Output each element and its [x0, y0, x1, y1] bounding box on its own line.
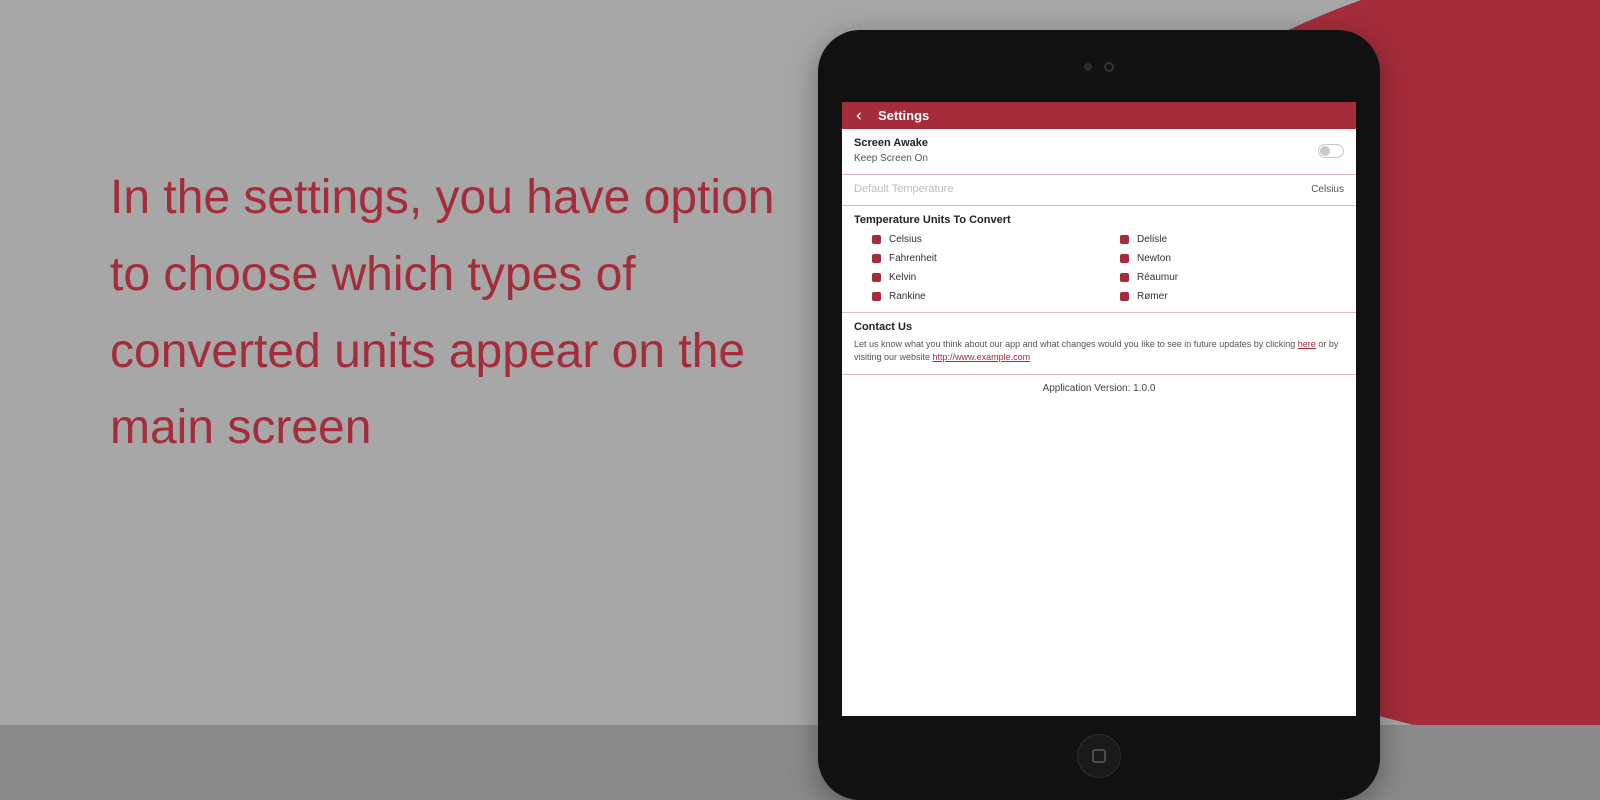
- unit-checkbox[interactable]: Newton: [1120, 253, 1344, 264]
- unit-checkbox[interactable]: Réaumur: [1120, 272, 1344, 283]
- unit-label: Newton: [1137, 253, 1171, 264]
- app-version: Application Version: 1.0.0: [842, 375, 1356, 398]
- unit-label: Delisle: [1137, 234, 1167, 245]
- home-button[interactable]: [1077, 734, 1121, 778]
- unit-label: Celsius: [889, 234, 922, 245]
- contact-link-site[interactable]: http://www.example.com: [933, 352, 1031, 362]
- default-temperature-label: Default Temperature: [854, 183, 953, 195]
- checkbox-icon: [1120, 235, 1129, 244]
- screen-awake-toggle[interactable]: [1318, 144, 1344, 158]
- unit-label: Fahrenheit: [889, 253, 937, 264]
- back-icon[interactable]: [852, 109, 866, 123]
- checkbox-icon: [872, 292, 881, 301]
- promo-stage: In the settings, you have option to choo…: [0, 0, 1600, 800]
- checkbox-icon: [872, 254, 881, 263]
- unit-label: Rømer: [1137, 291, 1168, 302]
- section-default-temperature[interactable]: Default Temperature Celsius: [842, 175, 1356, 206]
- marketing-headline: In the settings, you have option to choo…: [110, 160, 810, 467]
- checkbox-icon: [872, 235, 881, 244]
- checkbox-icon: [1120, 292, 1129, 301]
- contact-text-pre: Let us know what you think about our app…: [854, 339, 1298, 349]
- section-units: Temperature Units To Convert Celsius Del…: [842, 206, 1356, 313]
- checkbox-icon: [872, 273, 881, 282]
- checkbox-icon: [1120, 254, 1129, 263]
- default-temperature-value: Celsius: [1311, 184, 1344, 195]
- app-bar: Settings: [842, 102, 1356, 129]
- screen-awake-subtitle: Keep Screen On: [854, 153, 928, 164]
- contact-heading: Contact Us: [854, 321, 1344, 333]
- unit-checkbox[interactable]: Kelvin: [872, 272, 1096, 283]
- speaker-dot-icon: [1084, 63, 1092, 71]
- home-icon: [1092, 749, 1106, 763]
- tablet-sensors: [1084, 62, 1114, 72]
- app-bar-title: Settings: [878, 108, 929, 123]
- unit-label: Kelvin: [889, 272, 916, 283]
- unit-checkbox[interactable]: Delisle: [1120, 234, 1344, 245]
- contact-link-here[interactable]: here: [1298, 339, 1316, 349]
- tablet-screen: Settings Screen Awake Keep Screen On Def…: [842, 102, 1356, 716]
- tablet-device: Settings Screen Awake Keep Screen On Def…: [818, 30, 1380, 800]
- contact-body: Let us know what you think about our app…: [854, 338, 1344, 364]
- section-screen-awake[interactable]: Screen Awake Keep Screen On: [842, 129, 1356, 175]
- unit-checkbox[interactable]: Celsius: [872, 234, 1096, 245]
- checkbox-icon: [1120, 273, 1129, 282]
- unit-checkbox[interactable]: Rankine: [872, 291, 1096, 302]
- unit-label: Réaumur: [1137, 272, 1178, 283]
- unit-checkbox[interactable]: Fahrenheit: [872, 253, 1096, 264]
- units-heading: Temperature Units To Convert: [854, 214, 1344, 226]
- unit-checkbox[interactable]: Rømer: [1120, 291, 1344, 302]
- section-contact: Contact Us Let us know what you think ab…: [842, 313, 1356, 375]
- screen-awake-title: Screen Awake: [854, 137, 928, 149]
- unit-label: Rankine: [889, 291, 926, 302]
- camera-icon: [1104, 62, 1114, 72]
